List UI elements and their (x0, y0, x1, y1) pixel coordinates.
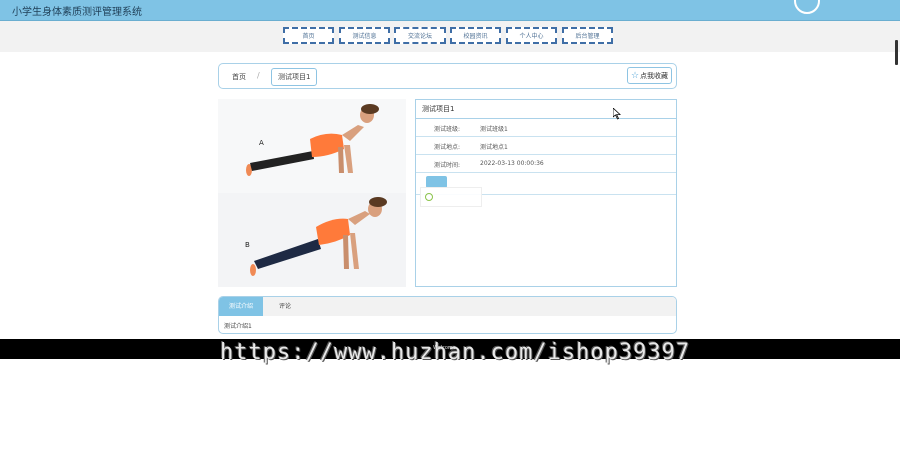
tab-comments[interactable]: 评论 (263, 297, 307, 316)
favorite-label: 点我收藏 (640, 71, 669, 80)
check-icon (425, 193, 433, 201)
breadcrumb: 首页 / 测试项目1 ☆ 点我收藏 (218, 63, 677, 89)
action-tooltip (420, 187, 482, 207)
detail-title: 测试项目1 (416, 100, 676, 119)
site-title: 小学生身体素质测评管理系统 (12, 7, 142, 18)
top-bar: 小学生身体素质测评管理系统 (0, 0, 900, 21)
nav-item-campus-news[interactable]: 校园资讯 (450, 27, 501, 44)
detail-row: 测试班级: 测试班级1 (416, 119, 676, 137)
detail-panel: 测试项目1 测试班级: 测试班级1 测试地点: 测试地点1 测试时间: 2022… (415, 99, 677, 287)
detail-label-time: 测试时间: (434, 162, 461, 169)
test-item-photo: A B (218, 99, 406, 287)
favorite-button[interactable]: ☆ 点我收藏 (627, 67, 672, 84)
nav-item-admin[interactable]: 后台管理 (562, 27, 613, 44)
breadcrumb-separator: / (257, 71, 260, 80)
pushup-illustration: A B (218, 99, 406, 287)
star-icon: ☆ (630, 70, 640, 81)
watermark-text: https://www.huzhan.com/ishop39397 (220, 340, 691, 365)
tab-bar: 测试介绍 评论 (219, 297, 676, 316)
main-nav: 首页 测试信息 交流论坛 校园资讯 个人中心 后台管理 (0, 21, 900, 52)
detail-row: 测试地点: 测试地点1 (416, 137, 676, 155)
breadcrumb-current: 测试项目1 (271, 68, 318, 86)
avatar[interactable] (794, 0, 820, 14)
welcome-text: Welcome (433, 345, 456, 351)
detail-label-location: 测试地点: (434, 144, 461, 151)
detail-label-class: 测试班级: (434, 126, 461, 133)
breadcrumb-home[interactable]: 首页 (232, 72, 246, 82)
detail-row: 测试时间: 2022-03-13 00:00:36 (416, 155, 676, 173)
photo-marker-a: A (259, 139, 264, 147)
nav-item-home[interactable]: 首页 (283, 27, 334, 44)
tabs-panel: 测试介绍 评论 测试介绍1 (218, 296, 677, 334)
photo-marker-b: B (245, 241, 250, 249)
nav-item-test-info[interactable]: 测试信息 (339, 27, 390, 44)
nav-item-personal-center[interactable]: 个人中心 (506, 27, 557, 44)
detail-value-location: 测试地点1 (480, 144, 508, 151)
tab-content: 测试介绍1 (224, 323, 252, 330)
nav-item-forum[interactable]: 交流论坛 (394, 27, 446, 44)
scrollbar-thumb[interactable] (895, 40, 898, 65)
detail-value-time: 2022-03-13 00:00:36 (480, 160, 544, 167)
detail-value-class: 测试班级1 (480, 126, 508, 133)
tab-test-intro[interactable]: 测试介绍 (219, 297, 263, 316)
